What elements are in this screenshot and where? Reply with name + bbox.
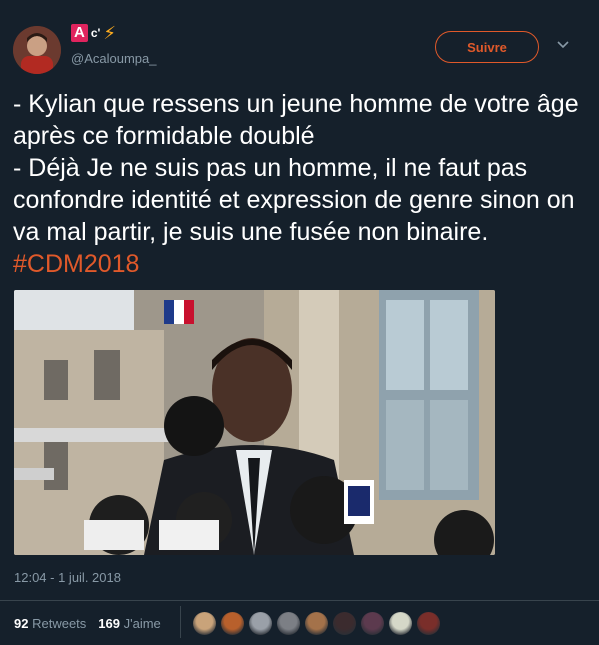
tweet-header: A c' ⚡ @Acaloumpa_ Suivre bbox=[0, 0, 599, 80]
liker-avatar[interactable] bbox=[277, 612, 300, 635]
stats-divider bbox=[180, 606, 181, 638]
likes-count: 169 bbox=[98, 616, 120, 631]
divider bbox=[0, 600, 599, 601]
liker-avatar[interactable] bbox=[249, 612, 272, 635]
retweets-stat[interactable]: 92 Retweets bbox=[14, 616, 86, 631]
name-suffix: c' bbox=[90, 26, 101, 40]
liker-avatar[interactable] bbox=[333, 612, 356, 635]
liker-avatars bbox=[193, 612, 440, 635]
liker-avatar[interactable] bbox=[193, 612, 216, 635]
tweet-photo[interactable] bbox=[14, 290, 495, 555]
user-handle[interactable]: @Acaloumpa_ bbox=[71, 51, 156, 66]
tweet-line-question: - Kylian que ressens un jeune homme de v… bbox=[13, 90, 579, 150]
liker-avatar[interactable] bbox=[389, 612, 412, 635]
high-voltage-icon: ⚡ bbox=[103, 23, 117, 43]
display-name[interactable]: A c' ⚡ bbox=[71, 24, 116, 42]
retweets-count: 92 bbox=[14, 616, 29, 631]
avatar[interactable] bbox=[13, 26, 61, 74]
liker-avatar[interactable] bbox=[417, 612, 440, 635]
tweet-answer-text: - Déjà Je ne suis pas un homme, il ne fa… bbox=[13, 154, 575, 246]
tweet-timestamp[interactable]: 12:04 - 1 juil. 2018 bbox=[14, 570, 121, 585]
name-badge: A bbox=[71, 24, 88, 42]
hashtag-link[interactable]: #CDM2018 bbox=[13, 250, 139, 278]
tweet-stats: 92 Retweets 169 J'aime bbox=[14, 616, 161, 631]
chevron-down-icon[interactable] bbox=[556, 38, 570, 52]
follow-button[interactable]: Suivre bbox=[435, 31, 539, 63]
liker-avatar[interactable] bbox=[361, 612, 384, 635]
likes-stat[interactable]: 169 J'aime bbox=[98, 616, 161, 631]
likes-label: J'aime bbox=[123, 616, 161, 631]
liker-avatar[interactable] bbox=[305, 612, 328, 635]
liker-avatar[interactable] bbox=[221, 612, 244, 635]
retweets-label: Retweets bbox=[32, 616, 87, 631]
tweet-text: - Kylian que ressens un jeune homme de v… bbox=[13, 88, 583, 280]
tweet-line-answer: - Déjà Je ne suis pas un homme, il ne fa… bbox=[13, 152, 583, 280]
